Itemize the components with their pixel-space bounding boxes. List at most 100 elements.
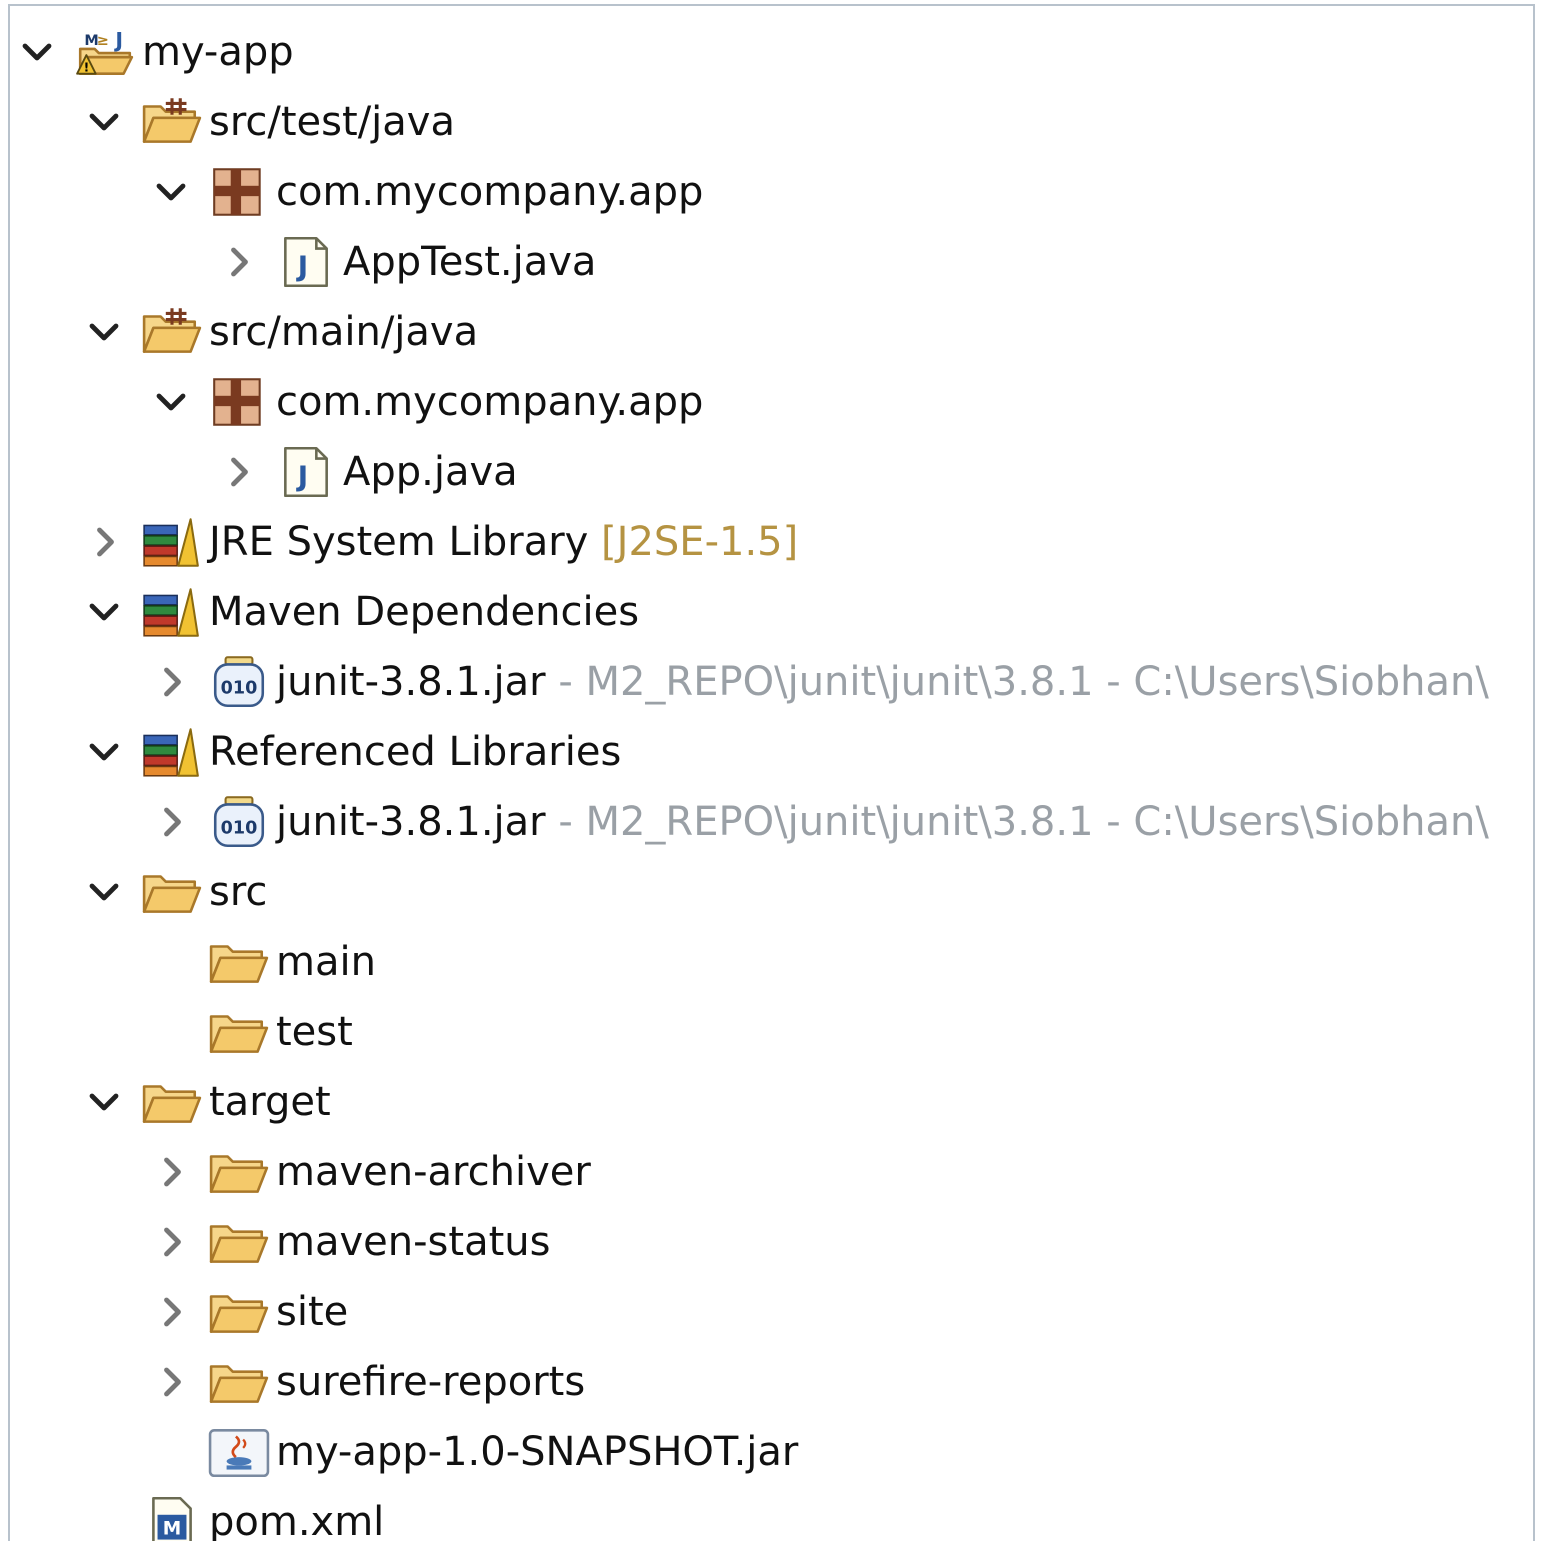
tree-item[interactable]: com.mycompany.app [10, 157, 1533, 227]
tree-item-label: my-app [142, 29, 294, 75]
source-folder-icon [141, 306, 203, 358]
tree-item-label: Maven Dependencies [209, 589, 640, 635]
maven-project-icon [74, 26, 136, 78]
library-icon [141, 586, 203, 638]
tree-item-label: my-app-1.0-SNAPSHOT.jar [276, 1429, 799, 1475]
tree-item-text: junit-3.8.1.jar - M2_REPO\junit\junit\3.… [276, 787, 1489, 857]
tree-item-label: maven-status [276, 1219, 551, 1265]
tree-item-text: my-app-1.0-SNAPSHOT.jar [276, 1417, 798, 1487]
folder-icon [208, 936, 270, 988]
tree-item-text: App.java [343, 437, 518, 507]
chevron-right-icon[interactable] [218, 437, 258, 507]
chevron-right-icon[interactable] [151, 1207, 191, 1277]
maven-pom-icon [141, 1496, 203, 1541]
tree-item-text: target [209, 1067, 331, 1137]
tree-item[interactable]: AppTest.java [10, 227, 1533, 297]
tree-item-text: AppTest.java [343, 227, 596, 297]
chevron-down-icon[interactable] [17, 17, 57, 87]
tree-item-text: my-app [142, 17, 294, 87]
tree-item[interactable]: src/main/java [10, 297, 1533, 367]
package-icon [208, 166, 270, 218]
tree-item-label: target [209, 1079, 331, 1125]
tree-item-label: Referenced Libraries [209, 729, 622, 775]
chevron-down-icon[interactable] [84, 717, 124, 787]
chevron-down-icon[interactable] [84, 1067, 124, 1137]
tree-item-label: src [209, 869, 268, 915]
tree-item[interactable]: com.mycompany.app [10, 367, 1533, 437]
tree-item-label: maven-archiver [276, 1149, 591, 1195]
tree-item-label: App.java [343, 449, 518, 495]
tree-item-text: test [276, 997, 353, 1067]
tree-item-decoration: - M2_REPO\junit\junit\3.8.1 - C:\Users\S… [545, 659, 1489, 705]
tree-item-label: src/test/java [209, 99, 455, 145]
tree-item[interactable]: my-app-1.0-SNAPSHOT.jar [10, 1417, 1533, 1487]
tree-item-text: maven-status [276, 1207, 550, 1277]
tree-item-label: com.mycompany.app [276, 379, 704, 425]
tree-item-text: com.mycompany.app [276, 157, 703, 227]
tree-item-text: main [276, 927, 376, 997]
tree-item-text: pom.xml [209, 1487, 384, 1541]
tree-item-label: main [276, 939, 376, 985]
tree-item-text: Maven Dependencies [209, 577, 639, 647]
folder-icon [208, 1356, 270, 1408]
folder-icon [208, 1006, 270, 1058]
chevron-right-icon[interactable] [151, 647, 191, 717]
tree-item-label: test [276, 1009, 353, 1055]
tree-item-decoration: - M2_REPO\junit\junit\3.8.1 - C:\Users\S… [545, 799, 1489, 845]
tree-item-text: maven-archiver [276, 1137, 591, 1207]
tree-item-text: src/main/java [209, 297, 478, 367]
tree-item[interactable]: test [10, 997, 1533, 1067]
tree-item[interactable]: junit-3.8.1.jar - M2_REPO\junit\junit\3.… [10, 647, 1533, 717]
chevron-down-icon[interactable] [84, 297, 124, 367]
tree-item[interactable]: JRE System Library [J2SE-1.5] [10, 507, 1533, 577]
chevron-down-icon[interactable] [84, 87, 124, 157]
tree-item[interactable]: Maven Dependencies [10, 577, 1533, 647]
tree-item[interactable]: maven-archiver [10, 1137, 1533, 1207]
chevron-right-icon[interactable] [84, 507, 124, 577]
tree-item-label: junit-3.8.1.jar [276, 799, 546, 845]
tree-item-text: site [276, 1277, 348, 1347]
chevron-right-icon[interactable] [151, 1137, 191, 1207]
chevron-right-icon[interactable] [151, 1277, 191, 1347]
tree-item[interactable]: App.java [10, 437, 1533, 507]
package-icon [208, 376, 270, 428]
tree-item-label: site [276, 1289, 349, 1335]
chevron-right-icon[interactable] [218, 227, 258, 297]
chevron-right-icon[interactable] [151, 1347, 191, 1417]
chevron-down-icon[interactable] [151, 157, 191, 227]
tree-item-label: AppTest.java [343, 239, 597, 285]
tree-item[interactable]: main [10, 927, 1533, 997]
folder-icon [208, 1146, 270, 1198]
tree-item-text: JRE System Library [J2SE-1.5] [209, 507, 798, 577]
chevron-right-icon[interactable] [151, 787, 191, 857]
library-icon [141, 726, 203, 778]
tree-item[interactable]: site [10, 1277, 1533, 1347]
tree-item[interactable]: my-app [10, 17, 1533, 87]
folder-icon [208, 1216, 270, 1268]
tree-item-text: Referenced Libraries [209, 717, 621, 787]
chevron-down-icon[interactable] [151, 367, 191, 437]
folder-icon [141, 866, 203, 918]
source-folder-icon [141, 96, 203, 148]
tree-item-label: src/main/java [209, 309, 479, 355]
tree-item[interactable]: junit-3.8.1.jar - M2_REPO\junit\junit\3.… [10, 787, 1533, 857]
tree-item[interactable]: Referenced Libraries [10, 717, 1533, 787]
chevron-down-icon[interactable] [84, 857, 124, 927]
tree-item-label: JRE System Library [209, 519, 589, 565]
tree-item-label: junit-3.8.1.jar [276, 659, 546, 705]
tree-item[interactable]: src/test/java [10, 87, 1533, 157]
tree-item-tag: [J2SE-1.5] [601, 519, 799, 565]
tree-item[interactable]: maven-status [10, 1207, 1533, 1277]
tree-item-label: pom.xml [209, 1499, 385, 1541]
library-icon [141, 516, 203, 568]
chevron-down-icon[interactable] [84, 577, 124, 647]
tree-item-text: surefire-reports [276, 1347, 585, 1417]
tree-item-text: src [209, 857, 267, 927]
tree-item[interactable]: surefire-reports [10, 1347, 1533, 1417]
tree-item-text: com.mycompany.app [276, 367, 703, 437]
tree-item-label: surefire-reports [276, 1359, 586, 1405]
java-jar-icon [208, 1426, 270, 1478]
tree-item[interactable]: pom.xml [10, 1487, 1533, 1541]
tree-item[interactable]: src [10, 857, 1533, 927]
tree-item[interactable]: target [10, 1067, 1533, 1137]
